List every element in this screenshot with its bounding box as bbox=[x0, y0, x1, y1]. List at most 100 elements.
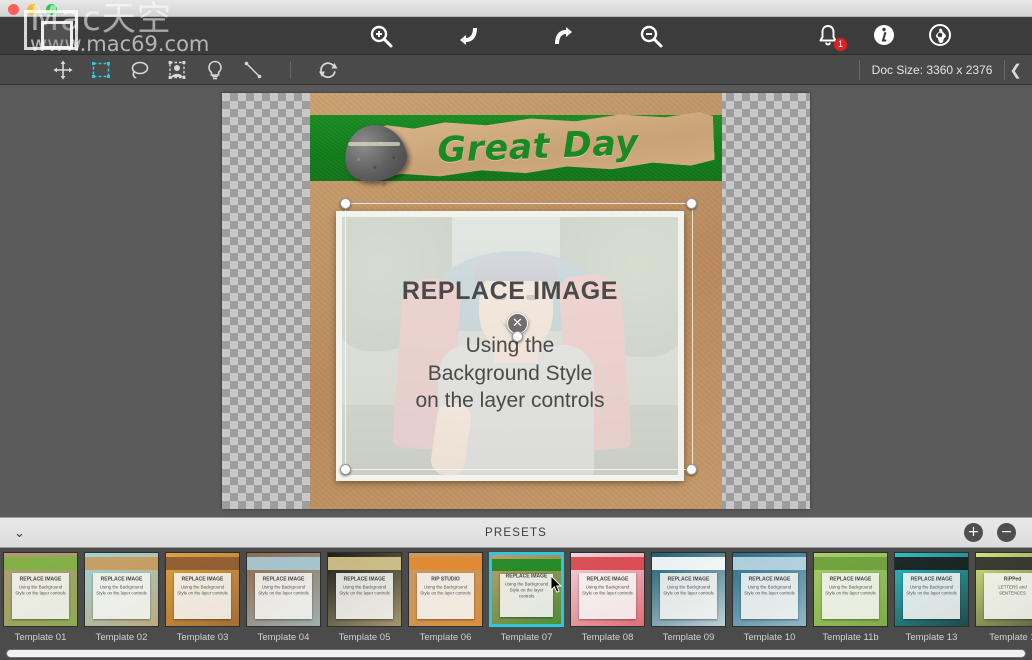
preset-mini-text: REPLACE IMAGE Using the Background Style … bbox=[15, 576, 66, 596]
replace-image-line-2: Background Style bbox=[427, 361, 593, 385]
preset-thumbnail[interactable]: REPLACE IMAGE Using the Background Style … bbox=[570, 552, 645, 627]
preset-item[interactable]: REPLACE IMAGE Using the Background Style … bbox=[0, 552, 81, 643]
preset-item[interactable]: REPLACE IMAGE Using the Background Style … bbox=[810, 552, 891, 643]
preset-thumbnail[interactable]: REPLACE IMAGE Using the Background Style … bbox=[165, 552, 240, 627]
preset-accent-band bbox=[733, 557, 806, 570]
preset-thumbnail[interactable]: REPLACE IMAGE Using the Background Style … bbox=[651, 552, 726, 627]
preset-label: Template 03 bbox=[176, 632, 229, 643]
magic-tool[interactable] bbox=[204, 59, 226, 81]
preset-thumbnail[interactable]: REPLACE IMAGE Using the Background Style … bbox=[246, 552, 321, 627]
preset-thumbnail[interactable]: RiPPed LETTERS and SENTENCES bbox=[975, 552, 1032, 627]
preset-mini-text: REPLACE IMAGE Using the Background Style … bbox=[825, 576, 876, 596]
preset-item[interactable]: REPLACE IMAGE Using the Background Style … bbox=[891, 552, 972, 643]
preset-thumbnail[interactable]: REPLACE IMAGE Using the Background Style … bbox=[894, 552, 969, 627]
artwork-layer[interactable]: Great Day REPLACE IMAGE Using the Backgr… bbox=[310, 93, 722, 509]
doc-size-group: Doc Size: 3360 x 2376 ❮ bbox=[858, 55, 1032, 85]
preset-item[interactable]: REPLACE IMAGE Using the Background Style … bbox=[81, 552, 162, 643]
preset-item[interactable]: REPLACE IMAGE Using the Background Style … bbox=[486, 552, 567, 643]
top-toolbar-right-group: 1 bbox=[816, 17, 954, 55]
preset-mini-text: REPLACE IMAGE Using the Background Style … bbox=[906, 576, 957, 596]
title-bar bbox=[0, 0, 1032, 17]
toolbar-divider bbox=[290, 60, 291, 79]
zoom-in-icon[interactable] bbox=[368, 23, 394, 49]
preset-thumbnail[interactable]: REPLACE IMAGE Using the Background Style … bbox=[3, 552, 78, 627]
preset-accent-band bbox=[814, 557, 887, 570]
preset-item[interactable]: REPLACE IMAGE Using the Background Style … bbox=[729, 552, 810, 643]
preset-item[interactable]: REPLACE IMAGE Using the Background Style … bbox=[567, 552, 648, 643]
preset-accent-band bbox=[571, 557, 644, 570]
selection-handle-bottom-left[interactable] bbox=[340, 464, 351, 475]
info-icon[interactable] bbox=[872, 23, 898, 49]
preset-accent-band bbox=[652, 557, 725, 570]
photo-inner: REPLACE IMAGE Using the Background Style… bbox=[342, 217, 678, 475]
preset-thumbnail[interactable]: REPLACE IMAGE Using the Background Style … bbox=[84, 552, 159, 627]
collapse-panel-chevron-icon[interactable]: ❮ bbox=[1005, 61, 1032, 79]
settings-icon[interactable] bbox=[928, 23, 954, 49]
replace-image-line-3: on the layer controls bbox=[415, 389, 605, 413]
notifications-bell-icon[interactable]: 1 bbox=[816, 23, 847, 51]
doc-size-label: Doc Size: 3360 x 2376 bbox=[871, 62, 993, 77]
preset-accent-band bbox=[976, 557, 1032, 570]
preset-label: Template 02 bbox=[95, 632, 148, 643]
preset-mini-text: REPLACE IMAGE Using the Background Style … bbox=[339, 576, 390, 596]
lasso-tool[interactable] bbox=[128, 59, 150, 81]
presets-header-bar: ⌄ PRESETS + − bbox=[0, 517, 1032, 548]
preset-mini-text: REPLACE IMAGE Using the Background Style … bbox=[96, 576, 147, 596]
undo-icon[interactable] bbox=[458, 23, 484, 49]
selection-handle-top-right[interactable] bbox=[686, 198, 697, 209]
move-tool[interactable] bbox=[52, 59, 74, 81]
preset-mini-text: REPLACE IMAGE Using the Background Style … bbox=[582, 576, 633, 596]
preset-accent-band bbox=[895, 557, 968, 570]
preset-item[interactable]: REPLACE IMAGE Using the Background Style … bbox=[324, 552, 405, 643]
top-toolbar: 1 bbox=[0, 17, 1032, 55]
redo-icon[interactable] bbox=[548, 23, 574, 49]
rectangle-select-tool[interactable] bbox=[90, 59, 112, 81]
preset-mini-text: REPLACE IMAGE Using the Background Style … bbox=[663, 576, 714, 596]
preset-item[interactable]: REPLACE IMAGE Using the Background Style … bbox=[162, 552, 243, 643]
preset-accent-band bbox=[247, 557, 320, 570]
photo-frame[interactable]: REPLACE IMAGE Using the Background Style… bbox=[336, 211, 684, 481]
preset-label: Template 01 bbox=[14, 632, 67, 643]
preset-thumbnail[interactable]: REPLACE IMAGE Using the Background Style … bbox=[813, 552, 888, 627]
selection-handle-top-left[interactable] bbox=[340, 198, 351, 209]
preset-label: Template 11b bbox=[822, 632, 879, 643]
preset-accent-band bbox=[85, 557, 158, 570]
preset-label: Template 06 bbox=[419, 632, 472, 643]
refresh-tool[interactable] bbox=[317, 59, 339, 81]
maximize-window-button[interactable] bbox=[46, 4, 57, 15]
canvas-area[interactable]: Great Day REPLACE IMAGE Using the Backgr… bbox=[0, 85, 1032, 517]
preset-label: Template 1 bbox=[989, 632, 1032, 643]
horizontal-scrollbar-thumb[interactable] bbox=[6, 648, 1026, 658]
tools-toolbar: Doc Size: 3360 x 2376 ❮ bbox=[0, 55, 1032, 85]
preset-label: Template 05 bbox=[338, 632, 391, 643]
preset-mini-text: REPLACE IMAGE Using the Background Style … bbox=[504, 573, 549, 600]
horizontal-scrollbar[interactable] bbox=[0, 646, 1032, 660]
subject-select-tool[interactable] bbox=[166, 59, 188, 81]
preset-item[interactable]: RiPPed LETTERS and SENTENCES Template 1 bbox=[972, 552, 1032, 643]
preset-accent-band bbox=[166, 557, 239, 570]
preset-mini-text: RIP STUDIO Using the Background Style on … bbox=[420, 576, 471, 596]
preset-item[interactable]: REPLACE IMAGE Using the Background Style … bbox=[648, 552, 729, 643]
preset-thumbnail[interactable]: REPLACE IMAGE Using the Background Style … bbox=[327, 552, 402, 627]
document-canvas[interactable]: Great Day REPLACE IMAGE Using the Backgr… bbox=[222, 93, 810, 509]
preset-label: Template 13 bbox=[905, 632, 958, 643]
preset-mini-text: REPLACE IMAGE Using the Background Style … bbox=[744, 576, 795, 596]
preset-mini-text: REPLACE IMAGE Using the Background Style … bbox=[177, 576, 228, 596]
zoom-out-icon[interactable] bbox=[638, 23, 664, 49]
minimize-window-button[interactable] bbox=[27, 4, 38, 15]
tool-group bbox=[52, 59, 339, 81]
presets-strip[interactable]: REPLACE IMAGE Using the Background Style … bbox=[0, 548, 1032, 646]
close-window-button[interactable] bbox=[8, 4, 19, 15]
preset-thumbnail[interactable]: REPLACE IMAGE Using the Background Style … bbox=[732, 552, 807, 627]
replace-image-title: REPLACE IMAGE bbox=[401, 276, 619, 305]
preset-label: Template 10 bbox=[743, 632, 796, 643]
selection-handle-bottom-right[interactable] bbox=[686, 464, 697, 475]
selection-handle-center[interactable] bbox=[512, 331, 523, 342]
preset-item[interactable]: RIP STUDIO Using the Background Style on … bbox=[405, 552, 486, 643]
replace-image-overlay[interactable]: REPLACE IMAGE Using the Background Style… bbox=[342, 217, 678, 475]
mouse-cursor bbox=[551, 576, 563, 593]
line-tool[interactable] bbox=[242, 59, 264, 81]
preset-item[interactable]: REPLACE IMAGE Using the Background Style … bbox=[243, 552, 324, 643]
preset-thumbnail[interactable]: RIP STUDIO Using the Background Style on … bbox=[408, 552, 483, 627]
preset-accent-band bbox=[409, 557, 482, 570]
